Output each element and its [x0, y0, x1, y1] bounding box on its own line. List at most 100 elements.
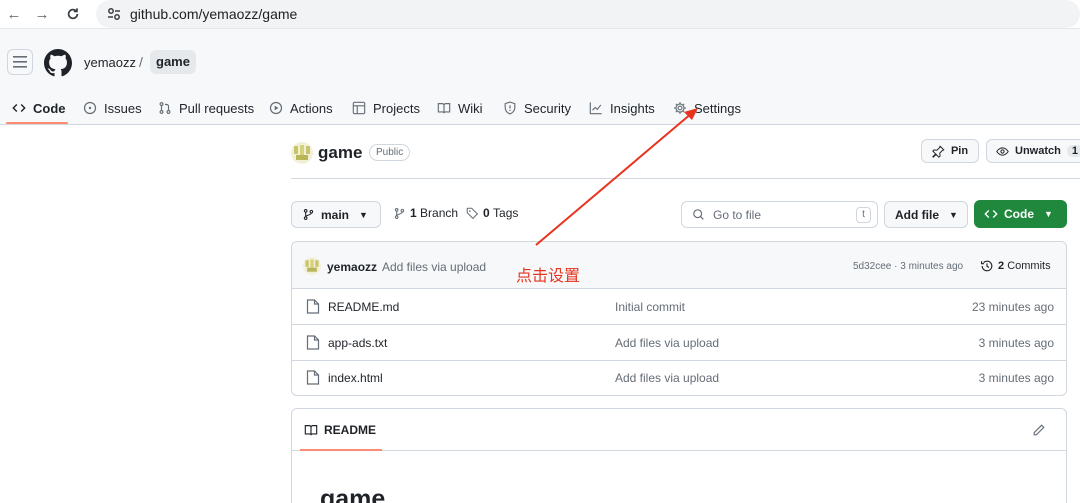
- table-row[interactable]: README.md Initial commit 23 minutes ago: [292, 289, 1066, 325]
- breadcrumb-separator: /: [139, 54, 143, 70]
- pencil-icon[interactable]: [1032, 423, 1046, 437]
- github-header: yemaozz / game Code Issues Pull requests…: [0, 29, 1080, 125]
- tab-code[interactable]: Code: [12, 97, 66, 119]
- readme-heading: game: [320, 485, 386, 503]
- commit-hash-time[interactable]: 5d32cee · 3 minutes ago: [853, 261, 963, 272]
- book-icon: [437, 103, 451, 114]
- tab-label: Code: [33, 100, 66, 116]
- back-arrow-icon[interactable]: ←: [4, 4, 24, 24]
- play-icon: [269, 101, 283, 115]
- github-logo-icon[interactable]: [44, 49, 72, 77]
- unwatch-label: Unwatch: [1015, 145, 1061, 157]
- add-file-label: Add file: [895, 207, 939, 222]
- file-commit-message[interactable]: Add files via upload: [615, 336, 719, 350]
- browser-toolbar: ← → github.com/yemaozz/game: [0, 0, 1080, 29]
- add-file-button[interactable]: Add file ▼: [884, 201, 968, 228]
- commits-word: Commits: [1007, 260, 1051, 272]
- history-icon: [981, 260, 993, 272]
- tab-insights[interactable]: Insights: [589, 97, 655, 119]
- chevron-down-icon: ▼: [949, 209, 958, 220]
- tab-security[interactable]: Security: [503, 97, 571, 119]
- tab-readme[interactable]: README: [304, 423, 376, 437]
- chevron-down-icon: ▼: [1044, 209, 1053, 219]
- forward-arrow-icon[interactable]: →: [32, 4, 52, 24]
- tag-icon: [466, 207, 479, 219]
- file-name[interactable]: app-ads.txt: [328, 336, 387, 350]
- file-commit-message[interactable]: Initial commit: [615, 300, 685, 314]
- shield-icon: [504, 101, 516, 115]
- latest-commit-row: yemaozz Add files via upload 5d32cee · 3…: [292, 242, 1066, 289]
- chevron-down-icon: ▼: [359, 209, 368, 220]
- code-icon: [984, 210, 998, 218]
- keyboard-shortcut: t: [856, 207, 871, 223]
- table-row[interactable]: app-ads.txt Add files via upload 3 minut…: [292, 325, 1066, 361]
- tab-issues[interactable]: Issues: [83, 97, 142, 119]
- pin-label: Pin: [950, 145, 969, 157]
- pin-button[interactable]: Pin: [921, 139, 979, 163]
- tab-label: Wiki: [458, 100, 483, 116]
- tags-count: 0: [483, 206, 490, 220]
- code-button-label: Code: [1004, 207, 1034, 221]
- file-age: 3 minutes ago: [978, 371, 1054, 385]
- commits-link[interactable]: 2 Commits: [980, 259, 1051, 273]
- gear-icon: [674, 102, 686, 114]
- go-to-file-input[interactable]: Go to file t: [681, 201, 878, 228]
- tab-label: Insights: [610, 100, 655, 116]
- divider: [291, 178, 1080, 179]
- file-age: 23 minutes ago: [971, 300, 1054, 314]
- tags-link[interactable]: 0 Tags: [466, 206, 518, 220]
- branch-icon: [303, 209, 314, 220]
- file-icon: [306, 370, 320, 385]
- tab-label: Projects: [373, 100, 420, 116]
- table-row[interactable]: index.html Add files via upload 3 minute…: [292, 360, 1066, 395]
- repo-nav-tabs: Code Issues Pull requests Actions Projec…: [0, 91, 1080, 125]
- file-icon: [306, 335, 320, 350]
- table-icon: [352, 101, 366, 115]
- tab-label: Security: [524, 100, 571, 116]
- tab-label: Actions: [290, 100, 333, 116]
- site-settings-icon[interactable]: [106, 6, 122, 22]
- readme-tab-label: README: [324, 423, 377, 437]
- tab-pull-requests[interactable]: Pull requests: [158, 97, 254, 119]
- unwatch-button[interactable]: Unwatch 1: [986, 139, 1080, 163]
- watch-count: 1: [1066, 145, 1080, 157]
- breadcrumb-repo[interactable]: game: [150, 50, 196, 74]
- tab-wiki[interactable]: Wiki: [437, 97, 483, 119]
- commit-message[interactable]: Add files via upload: [382, 260, 486, 274]
- repo-owner-avatar[interactable]: [291, 142, 313, 164]
- file-browser: yemaozz Add files via upload 5d32cee · 3…: [291, 241, 1067, 396]
- page: ← → github.com/yemaozz/game yemaozz / ga…: [0, 0, 1080, 503]
- reload-icon[interactable]: [63, 4, 83, 24]
- address-bar[interactable]: github.com/yemaozz/game: [96, 0, 1080, 28]
- annotation-label: 点击设置: [516, 266, 581, 285]
- active-tab-underline: [300, 449, 382, 451]
- visibility-badge: Public: [369, 144, 411, 161]
- file-commit-message[interactable]: Add files via upload: [615, 371, 719, 385]
- graph-icon: [589, 102, 602, 115]
- tab-actions[interactable]: Actions: [269, 97, 333, 119]
- readme-header: README: [292, 409, 1066, 451]
- tab-settings[interactable]: Settings: [673, 97, 741, 119]
- tab-label: Issues: [104, 100, 142, 116]
- branch-selector[interactable]: main ▼: [291, 201, 381, 228]
- readme-panel: README game: [291, 408, 1067, 503]
- pull-request-icon: [159, 102, 171, 114]
- eye-icon: [996, 146, 1009, 156]
- tab-label: Settings: [694, 100, 741, 116]
- url-text[interactable]: github.com/yemaozz/game: [130, 6, 297, 22]
- repo-title[interactable]: game: [318, 143, 362, 163]
- code-button[interactable]: Code ▼: [974, 200, 1067, 228]
- file-name[interactable]: index.html: [328, 371, 383, 385]
- branch-icon: [394, 207, 405, 219]
- breadcrumb-owner[interactable]: yemaozz: [84, 55, 136, 70]
- tab-label: Pull requests: [179, 100, 255, 116]
- branches-link[interactable]: 1 Branch: [393, 206, 458, 220]
- tab-projects[interactable]: Projects: [352, 97, 420, 119]
- commits-count: 2: [998, 260, 1005, 272]
- active-tab-underline: [6, 122, 68, 124]
- commit-author[interactable]: yemaozz: [327, 260, 377, 274]
- file-name[interactable]: README.md: [328, 300, 399, 314]
- issue-icon: [83, 101, 97, 115]
- avatar[interactable]: [303, 257, 321, 275]
- menu-icon[interactable]: [7, 49, 33, 75]
